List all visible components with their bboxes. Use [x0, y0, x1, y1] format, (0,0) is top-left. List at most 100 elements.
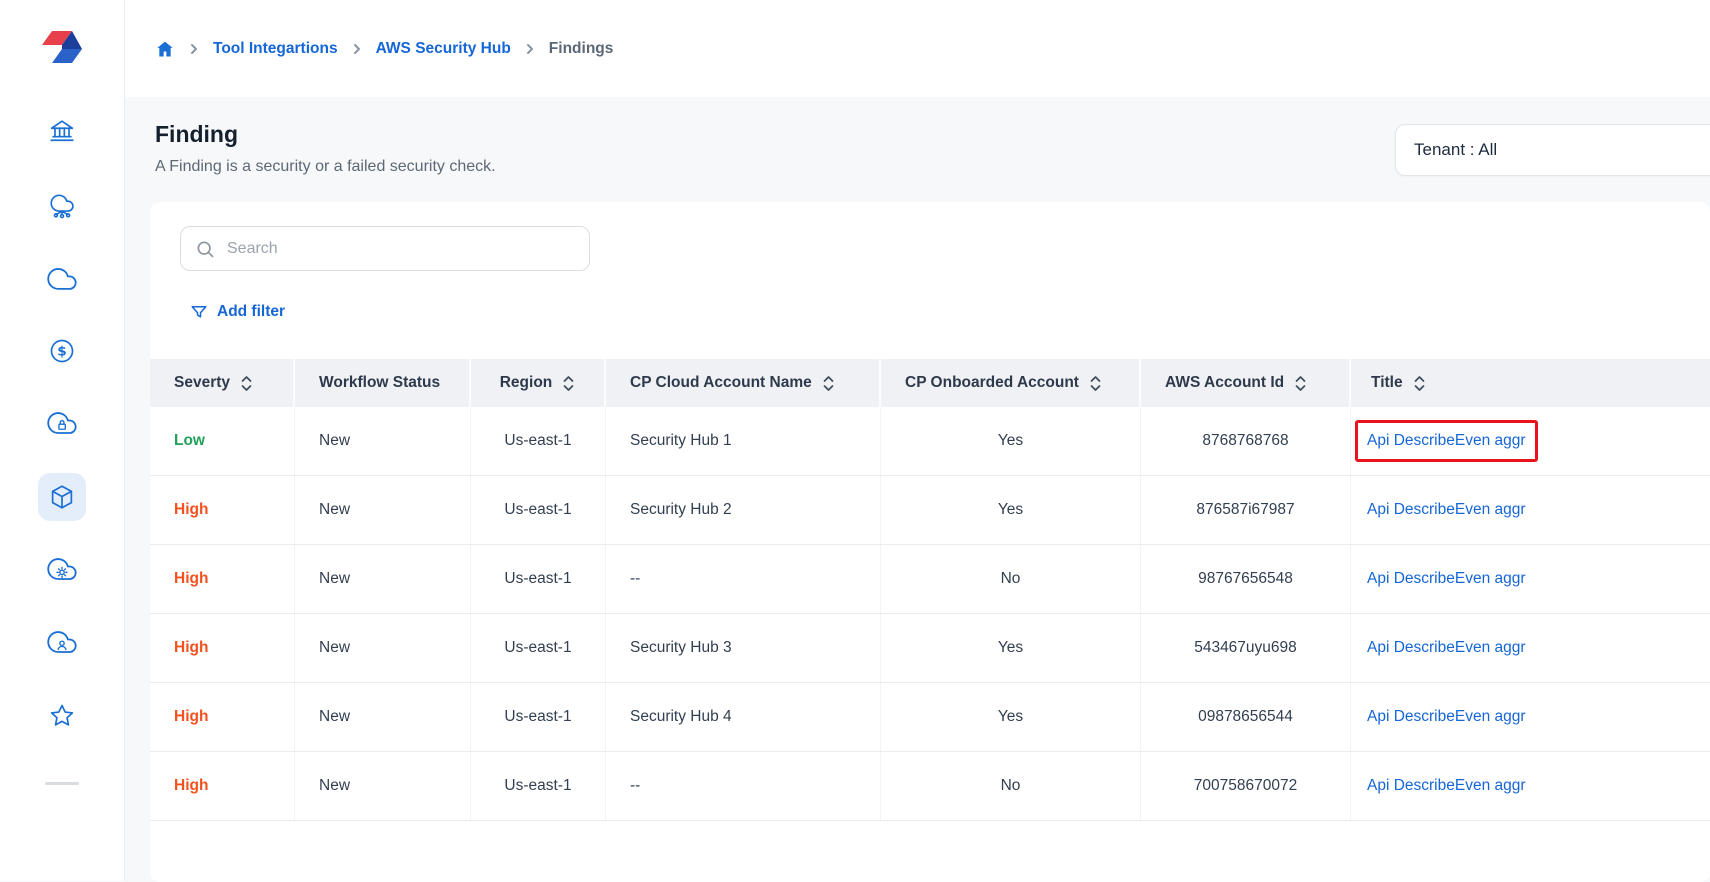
- findings-table: Severty Workflow Status Region CP Cloud …: [150, 359, 1710, 821]
- finding-title-link[interactable]: Api DescribeEven aggr: [1367, 708, 1526, 726]
- cube-icon: [51, 485, 73, 509]
- cell-region: Us-east-1: [471, 614, 606, 682]
- sidebar-item-favorites[interactable]: [38, 692, 86, 740]
- column-label: Workflow Status: [319, 374, 441, 391]
- account-name-value: --: [630, 777, 641, 794]
- workflow-status-value: New: [319, 570, 351, 587]
- column-header-aws-account-id[interactable]: AWS Account Id: [1141, 359, 1351, 407]
- column-label: AWS Account Id: [1165, 374, 1285, 391]
- cell-severity: High: [150, 614, 295, 682]
- finding-title-link[interactable]: Api DescribeEven aggr: [1367, 501, 1526, 519]
- sidebar-item-cloud-network[interactable]: [38, 181, 86, 229]
- aws-account-id-value: 09878656544: [1198, 708, 1293, 725]
- onboarded-value: Yes: [997, 501, 1024, 518]
- account-name-value: Security Hub 1: [630, 432, 732, 449]
- sidebar: $: [0, 0, 125, 881]
- sidebar-item-cloud-security[interactable]: [38, 400, 86, 448]
- finding-title-link[interactable]: Api DescribeEven aggr: [1367, 432, 1526, 449]
- breadcrumb-tool-integrations[interactable]: Tool Integartions: [213, 40, 338, 58]
- breadcrumb: Tool Integartions AWS Security Hub Findi…: [125, 0, 1710, 97]
- onboarded-value: Yes: [997, 639, 1024, 656]
- cell-severity: High: [150, 683, 295, 751]
- cell-cp-onboarded-account: No: [881, 545, 1141, 613]
- column-label: CP Cloud Account Name: [630, 374, 812, 391]
- finding-title-link[interactable]: Api DescribeEven aggr: [1367, 570, 1526, 588]
- table-header-row: Severty Workflow Status Region CP Cloud …: [150, 359, 1710, 407]
- column-header-title[interactable]: Title: [1351, 359, 1710, 407]
- column-label: Region: [499, 374, 553, 391]
- severity-value: Low: [174, 432, 205, 449]
- cell-title: Api DescribeEven aggr: [1351, 614, 1710, 682]
- cell-workflow-status: New: [295, 476, 471, 544]
- add-filter-button[interactable]: Add filter: [190, 303, 285, 321]
- cloud-icon: [47, 268, 77, 290]
- workflow-status-value: New: [319, 708, 351, 725]
- severity-value: High: [174, 570, 209, 587]
- cell-aws-account-id: 8768768768: [1141, 407, 1351, 475]
- region-value: Us-east-1: [504, 639, 572, 656]
- cell-severity: Low: [150, 407, 295, 475]
- column-header-cp-cloud-account-name[interactable]: CP Cloud Account Name: [606, 359, 881, 407]
- cell-workflow-status: New: [295, 545, 471, 613]
- severity-value: High: [174, 501, 209, 518]
- sidebar-item-cloud-users[interactable]: [38, 619, 86, 667]
- home-icon[interactable]: [155, 39, 175, 59]
- table-row: High New Us-east-1 Security Hub 4 Yes 09…: [150, 683, 1710, 752]
- region-value: Us-east-1: [504, 777, 572, 794]
- findings-card: Add filter Severty Workflow Status Regio…: [150, 202, 1710, 882]
- cell-cp-onboarded-account: Yes: [881, 407, 1141, 475]
- sort-icon[interactable]: [1294, 374, 1307, 393]
- column-header-workflow-status[interactable]: Workflow Status: [295, 359, 471, 407]
- finding-title-link[interactable]: Api DescribeEven aggr: [1367, 777, 1526, 795]
- app-logo[interactable]: [39, 26, 85, 68]
- tenant-filter-dropdown[interactable]: Tenant : All: [1395, 124, 1710, 176]
- finding-title-link[interactable]: Api DescribeEven aggr: [1367, 639, 1526, 657]
- sidebar-item-billing[interactable]: $: [38, 327, 86, 375]
- sidebar-item-cloud[interactable]: [38, 254, 86, 302]
- annotation-highlight-box: Api DescribeEven aggr: [1355, 420, 1538, 462]
- cell-workflow-status: New: [295, 752, 471, 820]
- cell-cp-onboarded-account: No: [881, 752, 1141, 820]
- cell-aws-account-id: 09878656544: [1141, 683, 1351, 751]
- breadcrumb-aws-security-hub[interactable]: AWS Security Hub: [376, 40, 511, 58]
- sort-icon[interactable]: [562, 374, 575, 393]
- table-row: High New Us-east-1 Security Hub 3 Yes 54…: [150, 614, 1710, 683]
- sort-icon[interactable]: [240, 374, 253, 393]
- cell-severity: High: [150, 476, 295, 544]
- sidebar-item-bank[interactable]: [38, 108, 86, 156]
- region-value: Us-east-1: [504, 570, 572, 587]
- cell-cp-cloud-account-name: Security Hub 3: [606, 614, 881, 682]
- account-name-value: Security Hub 4: [630, 708, 732, 725]
- cell-region: Us-east-1: [471, 407, 606, 475]
- cell-cp-cloud-account-name: --: [606, 752, 881, 820]
- sort-icon[interactable]: [1089, 374, 1102, 393]
- account-name-value: --: [630, 570, 641, 587]
- cell-title: Api DescribeEven aggr: [1351, 476, 1710, 544]
- search-input[interactable]: [225, 238, 575, 259]
- column-header-cp-onboarded-account[interactable]: CP Onboarded Account: [881, 359, 1141, 407]
- severity-value: High: [174, 708, 209, 725]
- sort-icon[interactable]: [1413, 374, 1426, 393]
- table-row: High New Us-east-1 -- No 700758670072 Ap…: [150, 752, 1710, 821]
- region-value: Us-east-1: [504, 708, 572, 725]
- sidebar-item-resources-active[interactable]: [38, 473, 86, 521]
- aws-account-id-value: 543467uyu698: [1194, 639, 1297, 656]
- sidebar-item-cloud-settings[interactable]: [38, 546, 86, 594]
- workflow-status-value: New: [319, 432, 351, 449]
- cell-cp-onboarded-account: Yes: [881, 683, 1141, 751]
- cell-aws-account-id: 98767656548: [1141, 545, 1351, 613]
- cell-region: Us-east-1: [471, 752, 606, 820]
- cell-cp-onboarded-account: Yes: [881, 614, 1141, 682]
- sort-icon[interactable]: [822, 374, 835, 393]
- workflow-status-value: New: [319, 777, 351, 794]
- cell-severity: High: [150, 545, 295, 613]
- cell-title: Api DescribeEven aggr: [1351, 683, 1710, 751]
- cell-cp-onboarded-account: Yes: [881, 476, 1141, 544]
- column-label: CP Onboarded Account: [905, 374, 1079, 391]
- column-header-severty[interactable]: Severty: [150, 359, 295, 407]
- cloud-lock-icon: [47, 412, 77, 434]
- cell-severity: High: [150, 752, 295, 820]
- cloud-gear-icon: [47, 558, 77, 580]
- onboarded-value: Yes: [997, 432, 1024, 449]
- column-header-region[interactable]: Region: [471, 359, 606, 407]
